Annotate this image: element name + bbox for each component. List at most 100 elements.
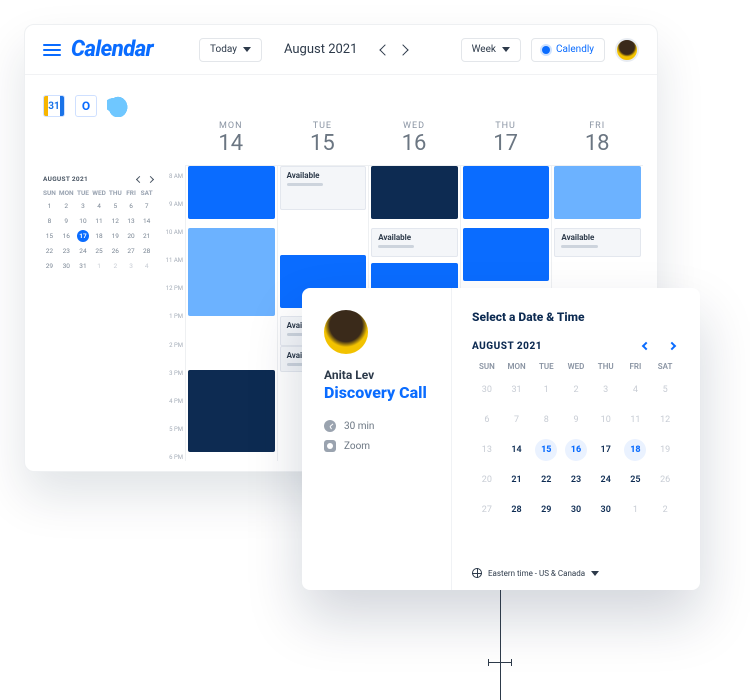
booking-day: 27 [476,499,498,521]
mini-day[interactable]: 31 [77,260,89,272]
calendar-event-block[interactable] [188,166,275,219]
booking-day: 12 [654,409,676,431]
mini-day[interactable]: 8 [43,215,55,227]
week-day-header: MON14 [185,121,277,156]
available-slot[interactable]: Available [280,166,367,210]
mini-day[interactable]: 14 [141,215,153,227]
booking-day[interactable]: 17 [595,439,617,461]
next-period-button[interactable] [398,44,409,55]
booking-popover: Anita Lev Discovery Call 30 min Zoom Sel… [302,288,700,590]
mini-day[interactable]: 21 [141,230,153,242]
booking-day[interactable]: 14 [506,439,528,461]
mini-day[interactable]: 11 [93,215,105,227]
booking-day[interactable]: 30 [565,499,587,521]
prev-period-button[interactable] [380,44,391,55]
mini-day[interactable]: 18 [93,230,105,242]
mini-day[interactable]: 13 [125,215,137,227]
calendar-event-block[interactable] [188,228,275,317]
week-daynum: 15 [277,131,369,156]
mini-day[interactable]: 19 [109,230,121,242]
outlook-icon[interactable]: O [75,95,97,117]
booking-prev-month[interactable] [638,338,654,354]
booking-dow: TUE [531,362,561,371]
calendar-event-block[interactable] [188,370,275,453]
cloud-icon[interactable] [107,95,129,117]
mini-dow: WED [92,189,106,197]
week-daynum: 17 [460,131,552,156]
mini-day[interactable]: 29 [43,260,55,272]
available-slot[interactable]: Available [371,228,458,258]
mini-day[interactable]: 4 [93,200,105,212]
calendly-provider-pill[interactable]: Calendly [531,38,605,62]
connector-line [500,590,501,700]
booking-day[interactable]: 30 [595,499,617,521]
menu-icon[interactable] [43,44,61,56]
mini-prev-button[interactable] [136,175,143,182]
booking-day[interactable]: 22 [535,469,557,491]
booking-day[interactable]: 15 [535,439,557,461]
timezone-select[interactable]: Eastern time - US & Canada [472,568,599,578]
booking-day[interactable]: 25 [624,469,646,491]
mini-day[interactable]: 26 [109,245,121,257]
calendar-event-block[interactable] [463,166,550,219]
mini-day[interactable]: 22 [43,245,55,257]
booking-next-month[interactable] [664,338,680,354]
booking-day: 9 [565,409,587,431]
booking-dow: MON [502,362,532,371]
mini-day[interactable]: 20 [125,230,137,242]
booking-day[interactable]: 16 [565,439,587,461]
booking-day[interactable]: 21 [506,469,528,491]
today-button[interactable]: Today [199,38,262,62]
mini-day[interactable]: 3 [125,260,137,272]
booking-day: 11 [624,409,646,431]
mini-month: AUGUST 2021 SUNMONTUEWEDTHUFRISAT1234567… [43,175,153,272]
view-select[interactable]: Week [461,38,521,62]
mini-day[interactable]: 25 [93,245,105,257]
mini-day[interactable]: 23 [60,245,72,257]
mini-day[interactable]: 3 [77,200,89,212]
booking-date-panel: Select a Date & Time AUGUST 2021 SUNMONT… [452,288,700,590]
mini-day[interactable]: 17 [77,230,89,242]
mini-day[interactable]: 6 [125,200,137,212]
calendar-integrations: 31 O [43,95,129,117]
mini-day[interactable]: 1 [43,200,55,212]
calendar-event-block[interactable] [463,228,550,281]
google-calendar-icon[interactable]: 31 [43,95,65,117]
booking-day: 2 [565,379,587,401]
booking-day[interactable]: 24 [595,469,617,491]
booking-day[interactable]: 18 [624,439,646,461]
available-slot[interactable]: Available [554,228,641,258]
mini-day[interactable]: 16 [60,230,72,242]
calendar-event-block[interactable] [554,166,641,219]
mini-day[interactable]: 10 [77,215,89,227]
progress-bar [561,245,597,248]
mini-day[interactable]: 2 [60,200,72,212]
mini-day[interactable]: 4 [141,260,153,272]
mini-day[interactable]: 28 [141,245,153,257]
booking-day[interactable]: 29 [535,499,557,521]
booking-dow: WED [561,362,591,371]
mini-day[interactable]: 24 [77,245,89,257]
clock-icon [324,420,336,432]
mini-day[interactable]: 2 [109,260,121,272]
mini-day[interactable]: 15 [43,230,55,242]
day-column[interactable] [185,166,277,461]
mini-next-button[interactable] [147,175,154,182]
mini-day[interactable]: 27 [125,245,137,257]
mini-day[interactable]: 5 [109,200,121,212]
booking-event-panel: Anita Lev Discovery Call 30 min Zoom [302,288,452,590]
dot-icon [542,46,550,54]
caret-down-icon [591,571,599,576]
booking-day[interactable]: 23 [565,469,587,491]
time-rail: 8 AM9 AM10 AM11 AM12 PM1 PM2 PM3 PM4 PM5… [159,173,183,461]
mini-day[interactable]: 1 [93,260,105,272]
booking-date-grid: SUNMONTUEWEDTHUFRISAT3031123456789101112… [472,362,680,521]
booking-day[interactable]: 28 [506,499,528,521]
week-day-header: FRI18 [551,121,643,156]
mini-day[interactable]: 9 [60,215,72,227]
mini-day[interactable]: 7 [141,200,153,212]
mini-day[interactable]: 12 [109,215,121,227]
calendar-event-block[interactable] [371,166,458,219]
user-avatar[interactable] [615,38,639,62]
mini-day[interactable]: 30 [60,260,72,272]
